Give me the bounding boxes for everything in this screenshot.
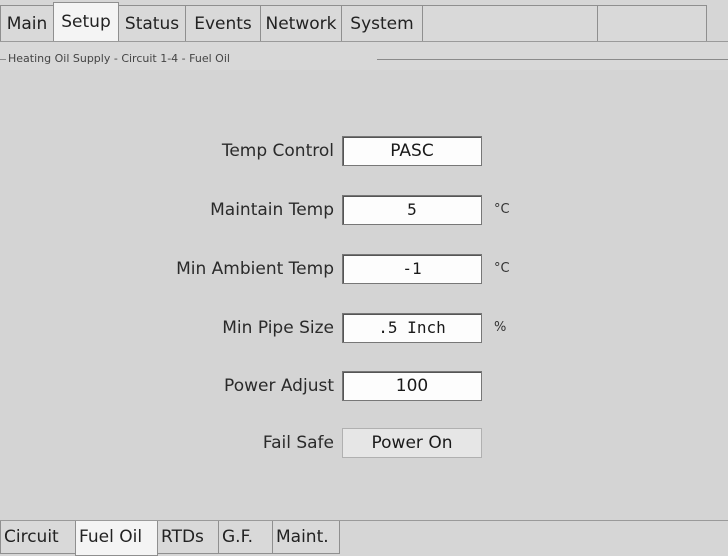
tab-network[interactable]: Network bbox=[260, 5, 342, 41]
group-border-right bbox=[377, 59, 728, 60]
min-pipe-size-field[interactable]: .5 Inch bbox=[342, 313, 482, 343]
tab-system[interactable]: System bbox=[341, 5, 423, 41]
group-title: Heating Oil Supply - Circuit 1-4 - Fuel … bbox=[8, 52, 230, 65]
row-min-ambient-temp: Min Ambient Temp -1 °C bbox=[0, 254, 728, 284]
tab-gf[interactable]: G.F. bbox=[218, 521, 273, 554]
tab-main[interactable]: Main bbox=[0, 5, 54, 41]
min-pipe-size-label: Min Pipe Size bbox=[222, 318, 334, 338]
row-power-adjust: Power Adjust 100 bbox=[0, 371, 728, 401]
row-min-pipe-size: Min Pipe Size .5 Inch % bbox=[0, 313, 728, 343]
tab-maint[interactable]: Maint. bbox=[272, 521, 340, 554]
settings-panel: Temp Control PASC Maintain Temp 5 °C Min… bbox=[0, 70, 728, 520]
min-ambient-temp-field[interactable]: -1 bbox=[342, 254, 482, 284]
min-pipe-size-unit: % bbox=[494, 320, 507, 335]
tab-status[interactable]: Status bbox=[118, 5, 186, 41]
top-tab-bar: Main Setup Status Events Network System bbox=[0, 0, 728, 42]
bottom-tab-bar: Circuit Fuel Oil RTDs G.F. Maint. bbox=[0, 520, 728, 556]
maintain-temp-field[interactable]: 5 bbox=[342, 195, 482, 225]
tab-circuit[interactable]: Circuit bbox=[0, 521, 76, 554]
tab-empty-2 bbox=[597, 5, 707, 41]
power-adjust-field[interactable]: 100 bbox=[342, 371, 482, 401]
power-adjust-label: Power Adjust bbox=[224, 376, 334, 396]
min-ambient-temp-label: Min Ambient Temp bbox=[176, 259, 334, 279]
row-temp-control: Temp Control PASC bbox=[0, 136, 728, 166]
fail-safe-label: Fail Safe bbox=[262, 433, 334, 453]
tab-rtds[interactable]: RTDs bbox=[157, 521, 219, 554]
row-maintain-temp: Maintain Temp 5 °C bbox=[0, 195, 728, 225]
fail-safe-toggle[interactable]: Power On bbox=[342, 428, 482, 458]
min-ambient-temp-unit: °C bbox=[494, 261, 510, 276]
tab-setup[interactable]: Setup bbox=[53, 2, 119, 41]
tab-empty-1 bbox=[422, 5, 598, 41]
temp-control-field[interactable]: PASC bbox=[342, 136, 482, 166]
tab-events[interactable]: Events bbox=[185, 5, 261, 41]
row-fail-safe: Fail Safe Power On bbox=[0, 428, 728, 458]
maintain-temp-label: Maintain Temp bbox=[210, 200, 334, 220]
group-border-left bbox=[0, 59, 6, 60]
maintain-temp-unit: °C bbox=[494, 202, 510, 217]
tab-fuel-oil[interactable]: Fuel Oil bbox=[75, 521, 158, 556]
temp-control-label: Temp Control bbox=[221, 141, 334, 161]
